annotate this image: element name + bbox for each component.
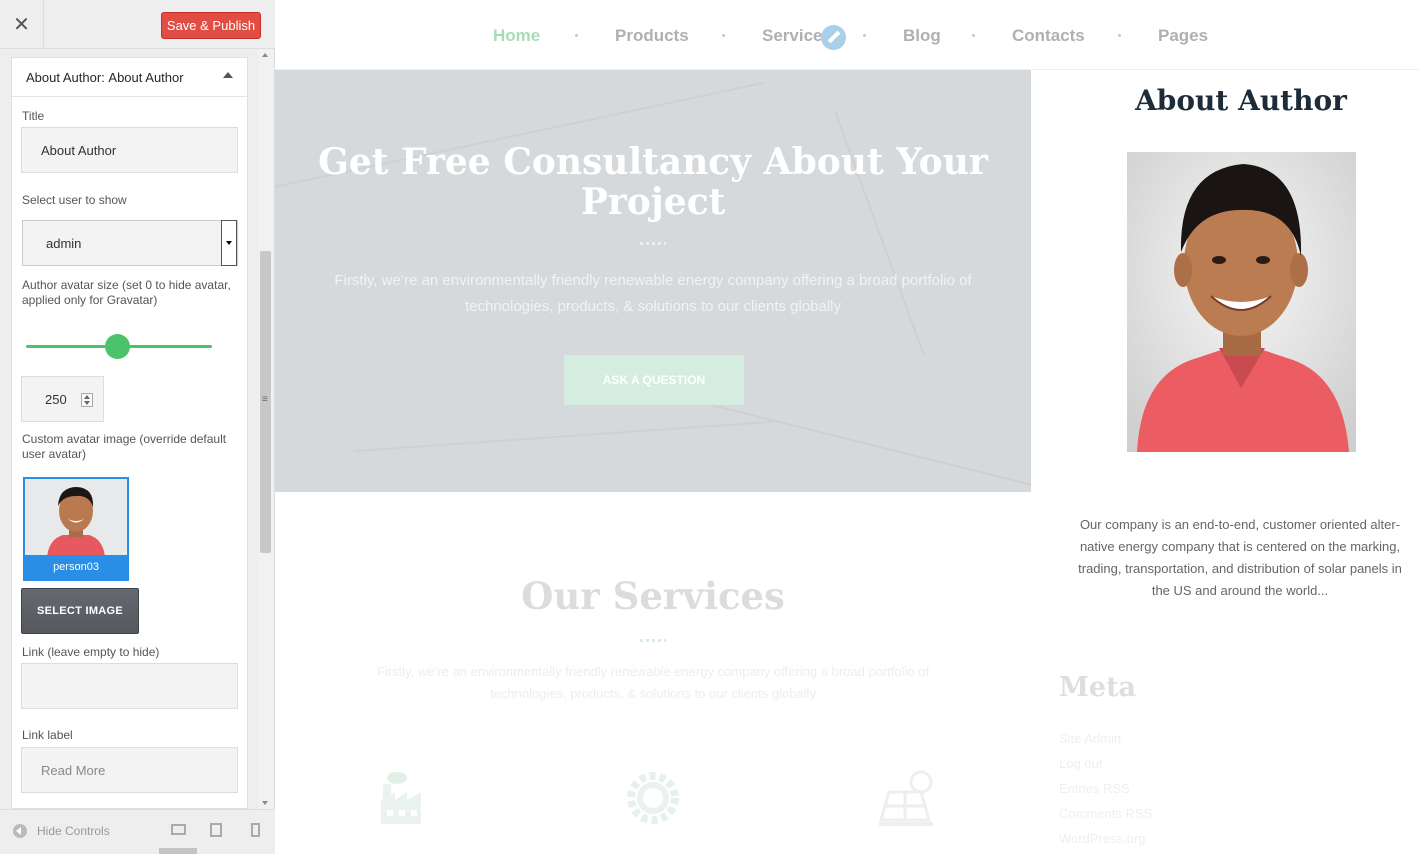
tablet-preview-icon[interactable] <box>210 823 222 837</box>
sidebar-scrollbar[interactable] <box>258 49 273 809</box>
widget-panel: About Author: About Author Title About A… <box>11 57 248 809</box>
desktop-preview-icon[interactable] <box>171 824 186 835</box>
nav-separator <box>575 34 578 37</box>
select-image-button[interactable]: SELECT IMAGE <box>21 588 139 634</box>
avatar-size-stepper[interactable]: 250 <box>21 376 104 422</box>
user-select-label: Select user to show <box>22 193 127 207</box>
spinner-arrows-icon[interactable] <box>81 393 93 407</box>
nav-separator <box>1118 34 1121 37</box>
close-icon[interactable]: ✕ <box>0 0 44 49</box>
nav-separator <box>863 34 866 37</box>
link-label: Link (leave empty to hide) <box>22 645 160 659</box>
services-divider <box>640 639 666 642</box>
hero-divider <box>640 242 666 245</box>
site-preview: Home Products Service Blog Contacts Page… <box>275 0 1419 854</box>
customizer-scroll-area: About Author: About Author Title About A… <box>0 49 275 809</box>
nav-separator <box>972 34 975 37</box>
customizer-header: ✕ Save & Publish <box>0 0 275 49</box>
gear-icon <box>627 772 679 824</box>
link-label-input[interactable]: Read More <box>21 747 238 793</box>
nav-products[interactable]: Products <box>615 26 689 46</box>
user-select[interactable]: admin <box>22 220 238 266</box>
avatar-size-label: Author avatar size (set 0 to hide avatar… <box>22 278 231 307</box>
author-bio: Our company is an end-to-end, customer o… <box>1078 517 1402 598</box>
nav-separator <box>722 34 725 37</box>
avatar-image-name: person03 <box>25 555 127 579</box>
services-title: Our Services <box>521 574 785 618</box>
user-select-value: admin <box>46 235 82 251</box>
customizer-sidebar: ✕ Save & Publish About Author: About Aut… <box>0 0 275 854</box>
author-photo <box>1127 152 1356 452</box>
title-label: Title <box>22 109 45 123</box>
collapse-caret-icon[interactable] <box>223 72 233 78</box>
avatar-thumbnail[interactable]: person03 <box>23 477 129 581</box>
avatar-size-slider-thumb[interactable] <box>105 334 130 359</box>
scroll-down-icon[interactable] <box>262 801 268 805</box>
horizontal-scroll-thumb[interactable] <box>159 848 197 854</box>
about-author-title: About Author <box>1135 84 1347 117</box>
widget-panel-prefix: About Author: <box>26 69 105 85</box>
avatar-size-value: 250 <box>45 391 67 407</box>
nav-contacts[interactable]: Contacts <box>1012 26 1085 46</box>
hide-controls-button[interactable]: Hide Controls <box>13 824 110 838</box>
meta-link[interactable]: Site Admin <box>1059 731 1121 746</box>
custom-avatar-label: Custom avatar image (override default us… <box>22 432 227 461</box>
ask-question-button[interactable]: ASK A QUESTION <box>564 355 744 405</box>
meta-link[interactable]: Comments RSS <box>1059 806 1152 821</box>
resize-grip-icon[interactable]: ≡ <box>262 395 268 405</box>
title-input[interactable]: About Author <box>21 127 238 173</box>
edit-pencil-icon[interactable] <box>821 25 846 50</box>
meta-link[interactable]: Log out <box>1059 756 1102 771</box>
nav-home[interactable]: Home <box>493 26 540 46</box>
save-publish-button[interactable]: Save & Publish <box>161 12 261 39</box>
meta-title: Meta <box>1059 672 1137 703</box>
author-photo-image <box>1127 152 1356 452</box>
site-nav: Home Products Service Blog Contacts Page… <box>275 0 1419 70</box>
scroll-up-icon[interactable] <box>262 53 268 57</box>
link-input[interactable] <box>21 663 238 709</box>
customizer-footer: Hide Controls <box>0 809 275 854</box>
solar-panel-icon <box>879 770 933 826</box>
collapse-arrow-icon <box>13 824 27 838</box>
widget-panel-header[interactable]: About Author: About Author <box>12 58 247 97</box>
hero-text: Firstly, we’re an environmentally friend… <box>334 272 972 315</box>
services-text: Firstly, we’re an environmentally friend… <box>376 664 930 701</box>
avatar-thumbnail-image <box>25 479 127 557</box>
meta-link[interactable]: Entries RSS <box>1059 781 1130 796</box>
nav-blog[interactable]: Blog <box>903 26 941 46</box>
nav-pages[interactable]: Pages <box>1158 26 1208 46</box>
hero-title: Get Free Consultancy About Your Project <box>318 141 988 223</box>
hide-controls-label: Hide Controls <box>37 824 110 838</box>
meta-link[interactable]: WordPress.org <box>1059 831 1145 846</box>
link-label-label: Link label <box>22 728 73 742</box>
hero-banner: Get Free Consultancy About Your Project … <box>275 70 1031 492</box>
hero-background-line <box>354 420 775 452</box>
mobile-preview-icon[interactable] <box>251 823 260 837</box>
nav-service[interactable]: Service <box>762 26 823 46</box>
widget-panel-name: About Author <box>108 69 184 85</box>
factory-icon <box>381 772 421 824</box>
dropdown-arrow-icon[interactable] <box>221 220 237 266</box>
